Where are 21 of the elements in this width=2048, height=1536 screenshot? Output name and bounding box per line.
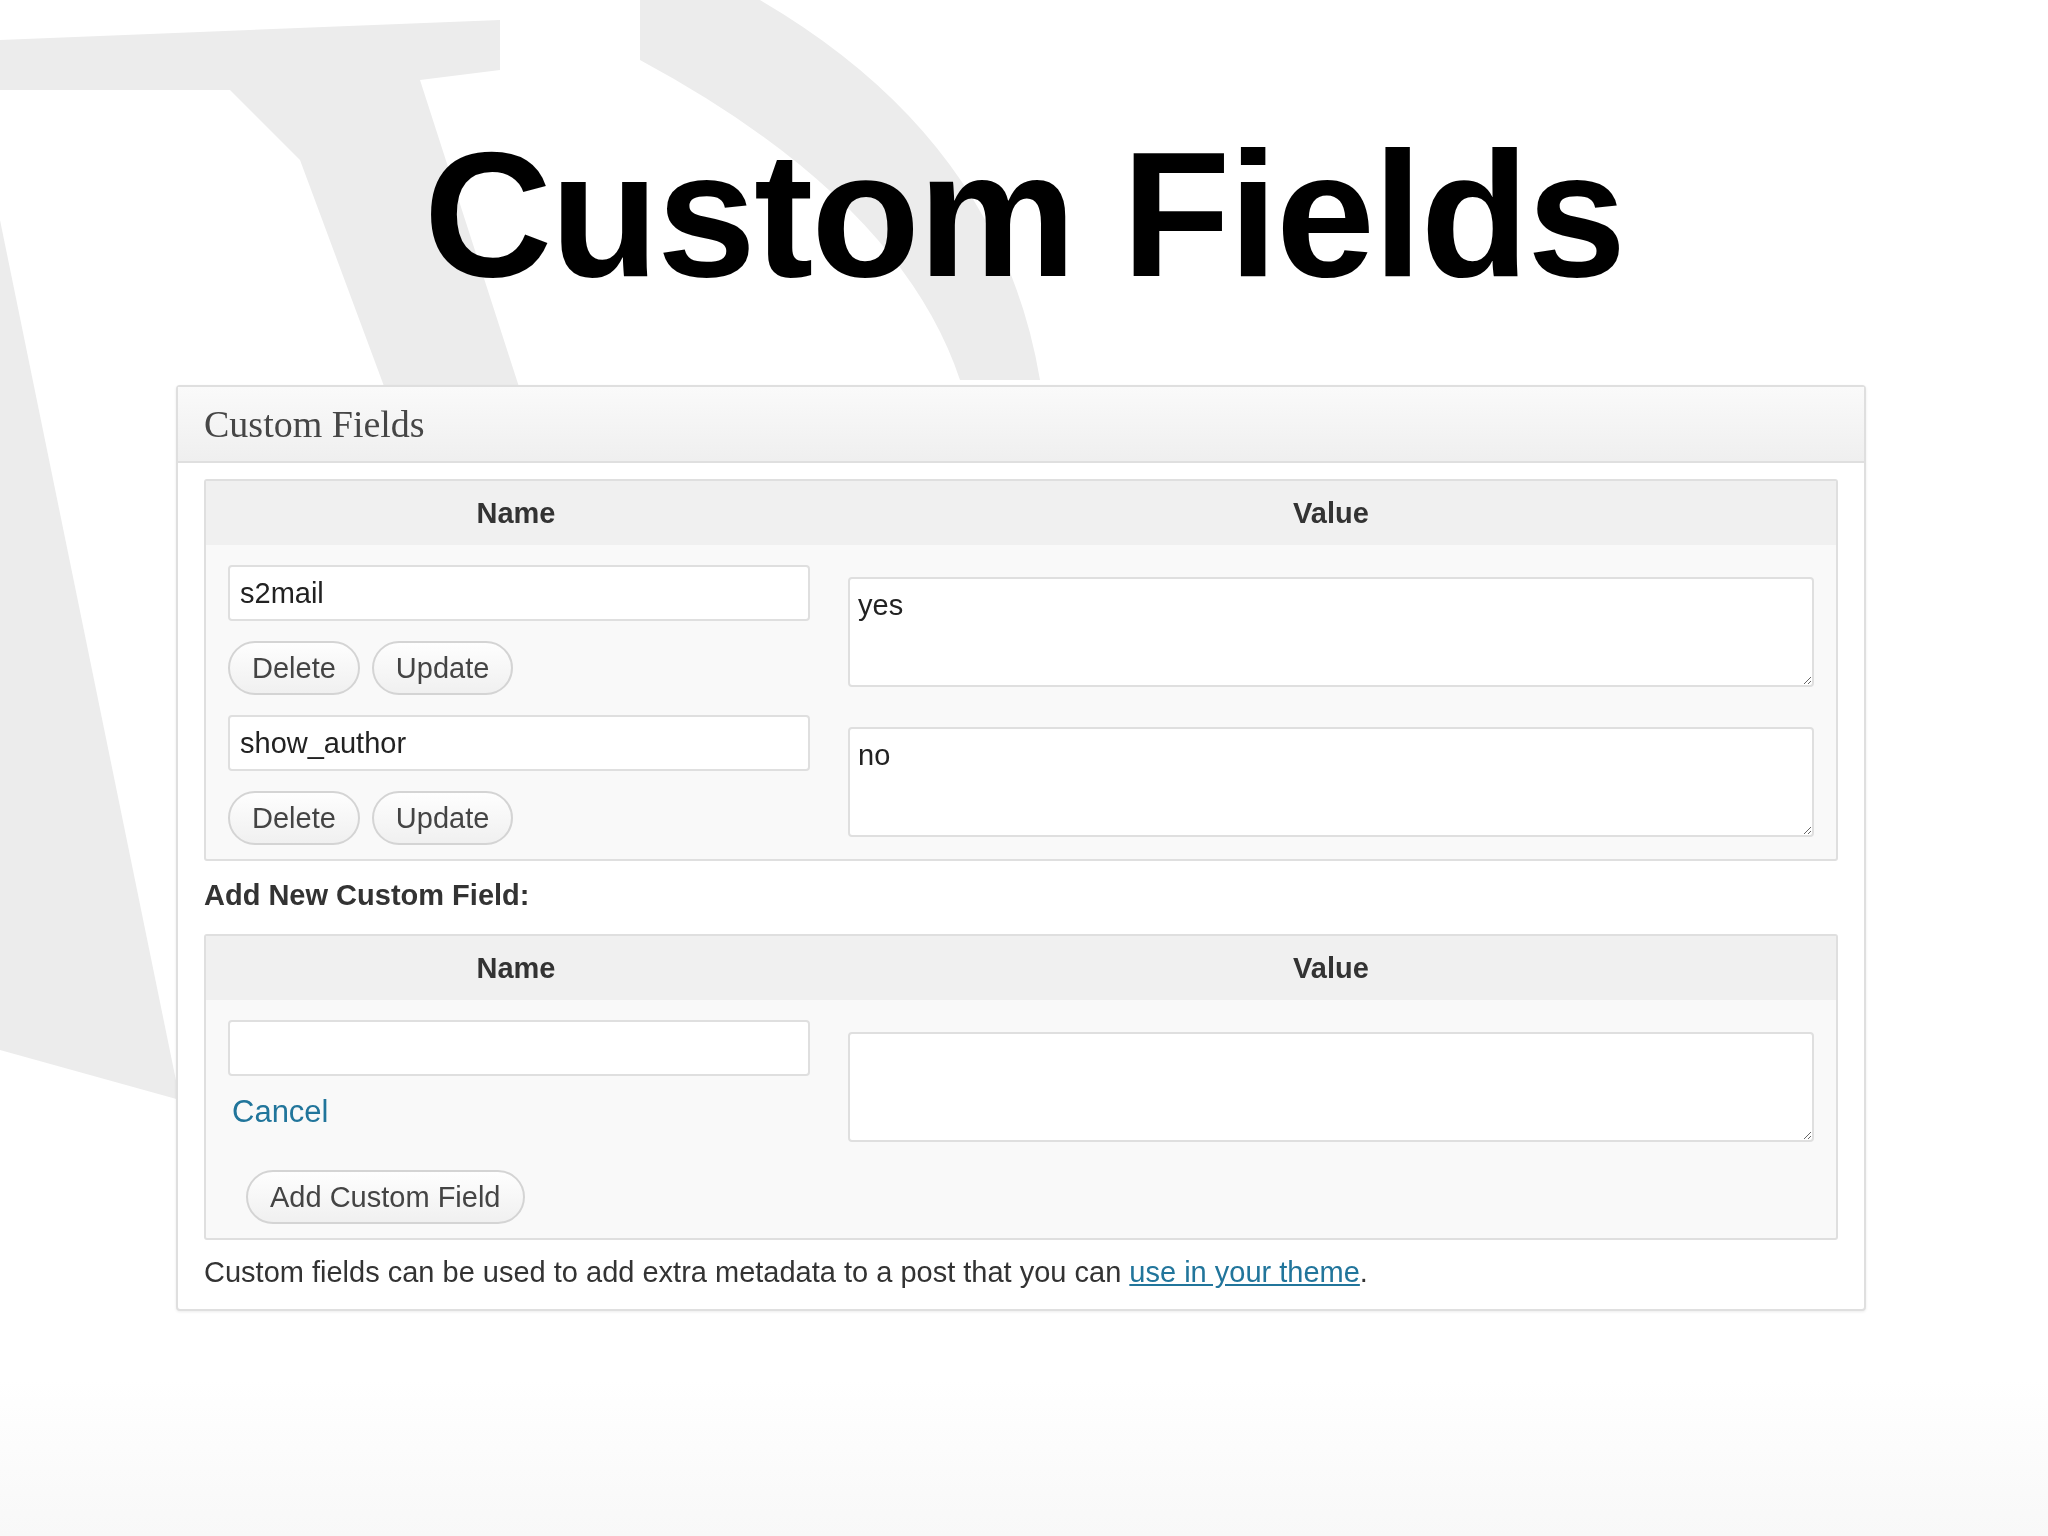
update-button[interactable]: Update [371, 791, 514, 845]
name-field[interactable]: s2mail [228, 565, 810, 621]
theme-link[interactable]: use in your theme [1129, 1256, 1360, 1288]
name-field[interactable]: show_author [228, 715, 810, 771]
add-custom-field-button[interactable]: Add Custom Field [246, 1170, 525, 1224]
column-header: Name [475, 951, 557, 985]
name-field[interactable] [228, 1020, 810, 1076]
delete-button[interactable]: Delete [228, 641, 360, 695]
column-header: Name [475, 496, 557, 530]
add-new-heading: Add New Custom Field: [204, 879, 531, 912]
help-text: Custom fields can be used to add extra metadata to a post that you can use in your theme. [204, 1256, 1369, 1289]
panel-title: Custom Fields [204, 402, 425, 446]
slide-title: Custom Fields [422, 114, 1626, 316]
column-header: Value [1292, 951, 1370, 985]
delete-button[interactable]: Delete [228, 791, 360, 845]
column-header: Value [1292, 496, 1370, 530]
update-button[interactable]: Update [371, 641, 514, 695]
value-field[interactable]: no [848, 727, 1814, 837]
value-field[interactable]: yes [848, 577, 1814, 687]
value-field[interactable] [848, 1032, 1814, 1142]
cancel-link[interactable]: Cancel [232, 1094, 329, 1130]
